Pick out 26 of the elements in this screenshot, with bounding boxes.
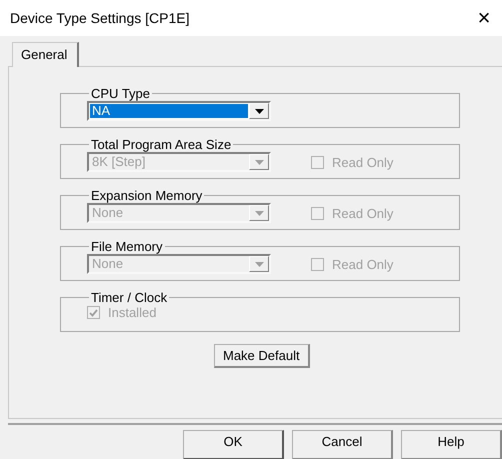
checkbox-label: Read Only — [332, 206, 394, 220]
tab[interactable]: General — [12, 42, 80, 67]
make-default-button[interactable]: Make Default — [214, 344, 310, 368]
checkbox-label: Read Only — [332, 154, 394, 170]
window-title: Device Type Settings [CP1E] — [10, 10, 190, 26]
checkbox-label: Installed — [108, 305, 156, 320]
dropdown-value: None — [91, 257, 124, 271]
checkbox-label: Read Only — [332, 256, 394, 272]
dropdown[interactable]: NA — [87, 101, 271, 121]
group-title: Total Program Area Size — [90, 137, 232, 152]
dropdown-value: NA — [90, 104, 248, 118]
caret-icon — [254, 262, 264, 266]
dropdown-value: None — [91, 206, 124, 220]
group-title: Timer / Clock — [90, 290, 168, 305]
check-icon — [89, 308, 98, 316]
group-title: File Memory — [90, 239, 164, 254]
caret-icon — [254, 108, 264, 114]
close-button[interactable]: × — [466, 5, 502, 31]
dialog-button[interactable]: Cancel — [292, 430, 393, 459]
caret-icon — [254, 210, 264, 216]
group-title: Expansion Memory — [90, 188, 204, 203]
dialog-button[interactable]: Help — [401, 430, 502, 459]
dropdown-value: 8K [Step] — [91, 155, 146, 169]
dialog-button[interactable]: OK — [183, 430, 284, 459]
group-title: CPU Type — [90, 86, 152, 101]
caret-icon — [254, 160, 264, 164]
